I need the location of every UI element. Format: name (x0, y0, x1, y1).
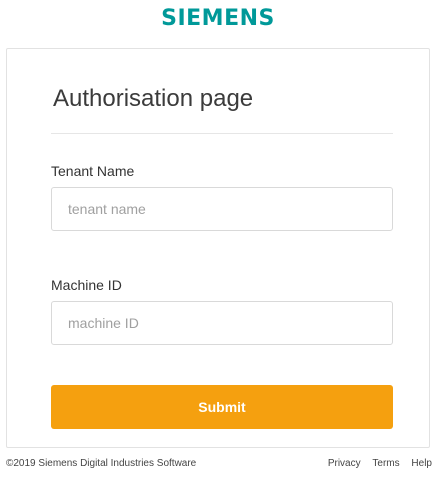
submit-button[interactable]: Submit (51, 385, 393, 429)
terms-link[interactable]: Terms (372, 458, 399, 469)
machine-id-input[interactable] (51, 301, 393, 345)
page-title: Authorisation page (53, 85, 254, 112)
tenant-name-label: Tenant Name (51, 163, 135, 179)
footer-links: Privacy Terms Help (319, 458, 432, 469)
copyright-text: ©2019 Siemens Digital Industries Softwar… (6, 458, 197, 469)
machine-id-label: Machine ID (51, 277, 122, 293)
authorisation-card: Authorisation page Tenant Name Machine I… (6, 48, 430, 448)
title-divider (51, 133, 393, 134)
siemens-logo: SIEMENS (161, 6, 275, 31)
tenant-name-input[interactable] (51, 187, 393, 231)
privacy-link[interactable]: Privacy (328, 458, 361, 469)
help-link[interactable]: Help (411, 458, 432, 469)
